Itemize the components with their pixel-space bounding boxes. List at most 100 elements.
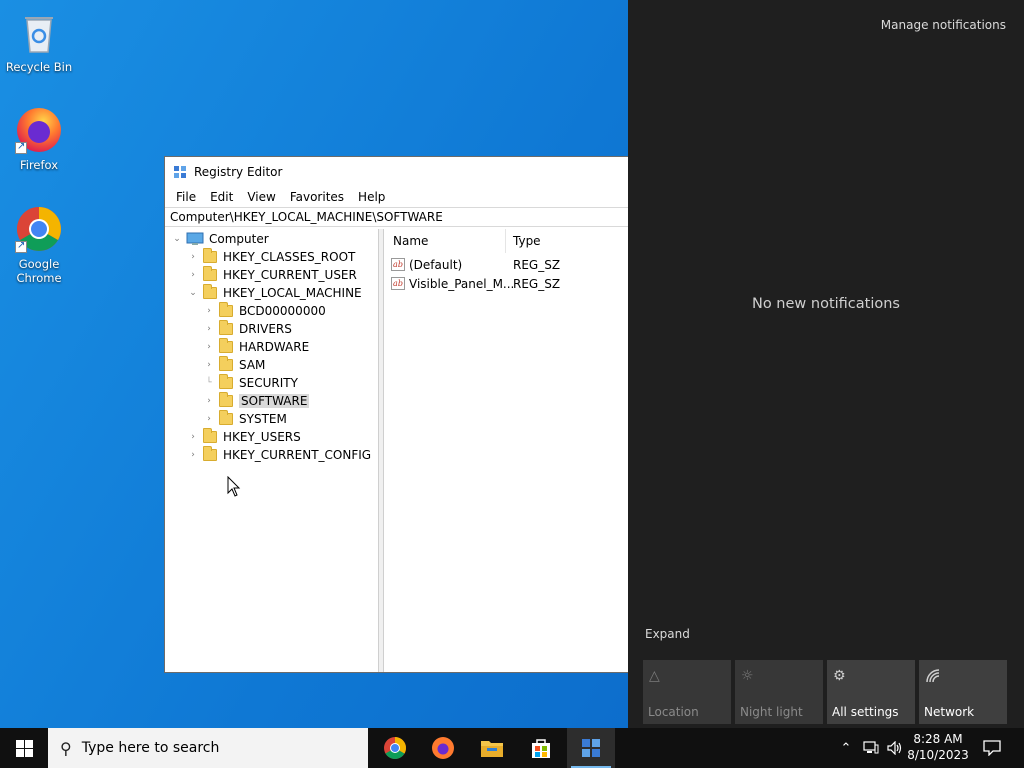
value-name: (Default) [409,257,463,272]
action-center: Manage notifications No new notification… [628,0,1024,728]
quick-action-location[interactable]: △ Location [643,660,731,724]
chevron-right-icon[interactable]: › [203,392,215,410]
desktop-icon-label: Firefox [19,158,59,172]
chevron-right-icon[interactable]: › [187,446,199,464]
desktop-icon-firefox[interactable]: Firefox [1,106,77,172]
tree-node-system[interactable]: › SYSTEM [203,410,287,428]
tree-node-computer[interactable]: ⌄ Computer [171,230,268,248]
tree-label: DRIVERS [239,322,292,336]
store-icon [532,739,550,758]
volume-icon[interactable] [884,728,906,768]
folder-icon [203,428,217,443]
tree-label: SYSTEM [239,412,287,426]
tree-node-security[interactable]: └ SECURITY [203,374,298,392]
taskbar-app-store[interactable] [517,728,565,768]
quick-action-night-light[interactable]: ☼ Night light [735,660,823,724]
expand-quick-actions-link[interactable]: Expand [645,627,690,641]
chevron-right-icon[interactable]: › [203,338,215,356]
mouse-cursor-icon [227,476,241,497]
tree-node-bcd[interactable]: › BCD00000000 [203,302,326,320]
tree-node-hkey-current-config[interactable]: › HKEY_CURRENT_CONFIG [187,446,371,464]
tree-label: HARDWARE [239,340,310,354]
taskbar-app-regedit[interactable] [567,728,615,768]
tree-node-hardware[interactable]: › HARDWARE [203,338,309,356]
folder-icon [203,266,217,281]
taskbar-app-chrome[interactable] [371,728,419,768]
location-icon: △ [649,668,660,684]
pane-splitter[interactable] [379,229,384,672]
night-light-icon: ☼ [741,668,754,684]
title-bar[interactable]: Registry Editor [165,157,633,187]
tree-label: HKEY_CURRENT_CONFIG [223,448,372,462]
file-explorer-icon [481,741,503,757]
desktop-icon-label: Recycle Bin [5,60,73,74]
list-row[interactable]: ab (Default) REG_SZ [385,255,560,274]
network-icon [925,668,941,688]
action-center-button[interactable] [974,728,1010,768]
firefox-icon [15,106,63,154]
manage-notifications-link[interactable]: Manage notifications [881,18,1006,32]
show-hidden-icons-button[interactable]: ⌃ [836,728,856,768]
key-tree[interactable]: ⌄ Computer › HKEY_CLASSES_ROOT › HKEY_CU… [165,229,379,672]
tree-node-hkey-current-user[interactable]: › HKEY_CURRENT_USER [187,266,357,284]
folder-icon [219,392,233,407]
menu-edit[interactable]: Edit [203,190,240,204]
desktop-icon-chrome[interactable]: Google Chrome [1,205,77,285]
quick-action-network[interactable]: Network [919,660,1007,724]
taskbar-app-firefox[interactable] [419,728,467,768]
menu-help[interactable]: Help [351,190,392,204]
taskbar-app-file-explorer[interactable] [468,728,516,768]
network-status-icon[interactable] [860,728,882,768]
chevron-right-icon[interactable]: › [203,320,215,338]
tree-node-hkey-users[interactable]: › HKEY_USERS [187,428,301,446]
search-icon: ⚲ [60,738,72,758]
menu-view[interactable]: View [240,190,282,204]
start-button[interactable] [0,728,48,768]
registry-editor-window[interactable]: Registry Editor File Edit View Favorites… [164,156,634,673]
tree-node-sam[interactable]: › SAM [203,356,265,374]
menu-favorites[interactable]: Favorites [283,190,351,204]
chevron-right-icon[interactable]: › [187,266,199,284]
tree-node-software[interactable]: › SOFTWARE [203,392,310,410]
column-header-type[interactable]: Type [505,229,541,253]
folder-icon [219,374,233,389]
chevron-right-icon[interactable]: › [187,248,199,266]
tree-node-hkey-classes-root[interactable]: › HKEY_CLASSES_ROOT [187,248,355,266]
tree-label: SECURITY [239,376,298,390]
folder-icon [219,320,233,335]
tree-label: HKEY_USERS [223,430,301,444]
chevron-right-icon[interactable]: › [187,428,199,446]
chevron-right-icon[interactable]: › [203,410,215,428]
chevron-right-icon[interactable]: › [203,356,215,374]
value-name: Visible_Panel_M... [409,276,513,291]
gear-icon: ⚙ [833,668,846,684]
chevron-right-icon[interactable]: › [203,302,215,320]
list-header: Name Type [385,229,633,253]
value-type: REG_SZ [513,257,561,272]
chevron-down-icon[interactable]: ⌄ [171,230,183,248]
folder-icon [203,284,217,299]
list-row[interactable]: ab Visible_Panel_M... REG_SZ [385,274,560,293]
column-header-name[interactable]: Name [385,229,428,253]
tree-label: HKEY_CLASSES_ROOT [223,250,356,264]
quick-action-all-settings[interactable]: ⚙ All settings [827,660,915,724]
menu-file[interactable]: File [169,190,203,204]
taskbar-clock[interactable]: 8:28 AM 8/10/2023 [906,731,970,763]
tile-label: Location [648,705,699,719]
tree-node-hkey-local-machine[interactable]: ⌄ HKEY_LOCAL_MACHINE [187,284,362,302]
folder-icon [219,356,233,371]
taskbar-search-box[interactable]: ⚲ Type here to search [48,728,368,768]
desktop-icon-recycle-bin[interactable]: Recycle Bin [1,8,77,74]
folder-icon [203,248,217,263]
desktop-icon-label: Google Chrome [16,257,62,285]
value-type: REG_SZ [513,276,561,291]
tree-label: BCD00000000 [239,304,326,318]
values-list[interactable]: Name Type ab (Default) REG_SZ ab Visible… [385,229,633,672]
address-bar[interactable]: Computer\HKEY_LOCAL_MACHINE\SOFTWARE [165,207,633,227]
menu-bar: File Edit View Favorites Help [165,187,633,207]
tree-label-selected: SOFTWARE [239,394,310,408]
clock-time: 8:28 AM [913,732,963,746]
tree-node-drivers[interactable]: › DRIVERS [203,320,292,338]
chevron-down-icon[interactable]: ⌄ [187,284,199,302]
empty-notifications-message: No new notifications [751,296,900,312]
